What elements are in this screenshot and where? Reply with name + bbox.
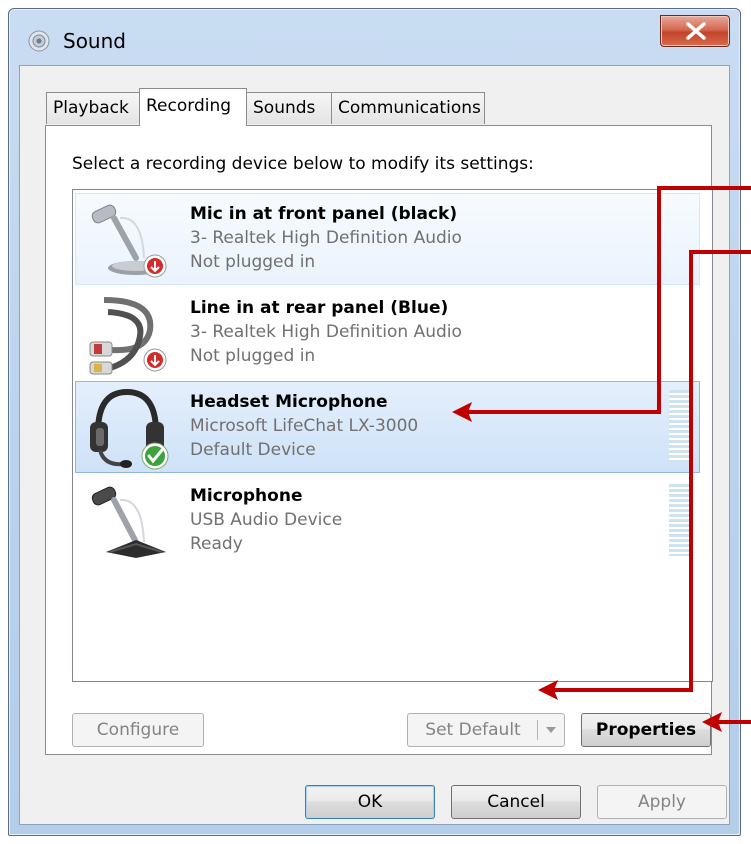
tab-sounds[interactable]: Sounds	[246, 92, 332, 124]
tab-recording[interactable]: Recording	[139, 88, 247, 126]
device-status: Not plugged in	[190, 346, 316, 366]
microphone-icon	[91, 486, 166, 558]
close-icon	[686, 22, 706, 40]
ok-button[interactable]: OK	[305, 785, 435, 819]
set-default-label: Set Default	[425, 720, 521, 740]
headset-default-icon	[90, 388, 169, 470]
title-bar[interactable]: Sound	[9, 9, 740, 65]
instruction-text: Select a recording device below to modif…	[72, 154, 534, 174]
apply-button[interactable]: Apply	[597, 785, 727, 819]
recording-device-list[interactable]: Mic in at front panel (black) 3- Realtek…	[72, 189, 713, 682]
device-name: Microphone	[190, 486, 303, 506]
line-in-cable-unplugged-icon	[89, 297, 167, 375]
sound-dialog: Sound Playback Recording Sounds Communic…	[8, 8, 741, 836]
device-name: Mic in at front panel (black)	[190, 204, 458, 224]
device-name: Line in at rear panel (Blue)	[190, 298, 449, 318]
tab-playback[interactable]: Playback	[46, 92, 140, 124]
chevron-down-icon[interactable]	[545, 726, 557, 734]
device-item[interactable]: Line in at rear panel (Blue) 3- Realtek …	[75, 287, 700, 379]
device-driver: Microsoft LifeChat LX-3000	[190, 416, 419, 436]
recording-tab-panel: Select a recording device below to modif…	[45, 125, 713, 755]
properties-button[interactable]: Properties	[581, 713, 711, 747]
close-button[interactable]	[660, 15, 730, 47]
device-driver: USB Audio Device	[190, 510, 343, 530]
split-separator	[537, 720, 538, 740]
configure-button[interactable]: Configure	[72, 713, 204, 747]
device-item[interactable]: Mic in at front panel (black) 3- Realtek…	[75, 193, 700, 285]
device-name: Headset Microphone	[190, 392, 388, 412]
device-driver: 3- Realtek High Definition Audio	[190, 322, 462, 342]
device-status: Ready	[190, 534, 243, 554]
speaker-icon	[28, 30, 50, 52]
set-default-button[interactable]: Set Default	[407, 713, 565, 747]
dialog-client-area: Playback Recording Sounds Communications…	[19, 65, 730, 825]
tab-communications[interactable]: Communications	[331, 92, 485, 124]
device-item[interactable]: Microphone USB Audio Device Ready	[75, 475, 700, 567]
window-title: Sound	[63, 29, 126, 53]
microphone-unplugged-icon	[91, 204, 167, 278]
device-item-selected[interactable]: Headset Microphone Microsoft LifeChat LX…	[75, 381, 700, 473]
level-meter	[669, 484, 693, 556]
level-meter	[669, 390, 693, 462]
cancel-button[interactable]: Cancel	[451, 785, 581, 819]
device-driver: 3- Realtek High Definition Audio	[190, 228, 462, 248]
device-status: Not plugged in	[190, 252, 316, 272]
device-status: Default Device	[190, 440, 316, 460]
